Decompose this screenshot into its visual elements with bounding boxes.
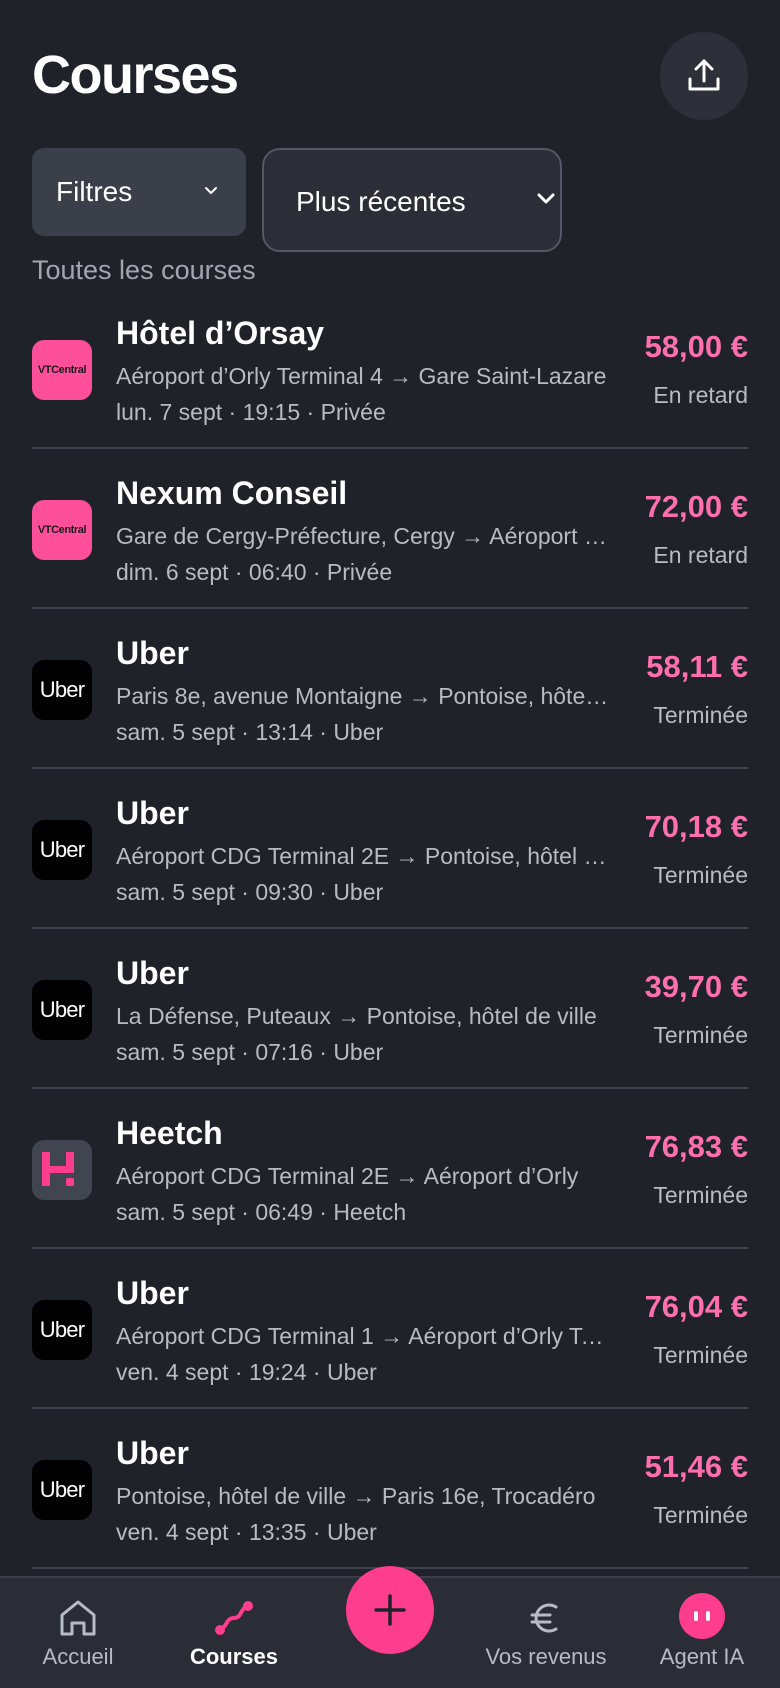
ride-status: Terminée [653, 862, 748, 888]
uber-logo: Uber [32, 660, 92, 720]
vtcentral-logo: VTCentral [32, 500, 92, 560]
plus-icon [374, 1594, 406, 1626]
chevron-down-icon [537, 193, 555, 204]
ride-meta: lun. 7 sept · 19:15 · Privée [116, 399, 386, 425]
vtcentral-logo-text: VTCentral [37, 524, 87, 536]
ride-client-name: Heetch [116, 1115, 223, 1151]
uber-logo-text: Uber [39, 1477, 85, 1502]
ride-route: Pontoise, hôtel de ville → Paris 16e, Tr… [116, 1483, 596, 1509]
ride-status: Terminée [653, 1502, 748, 1528]
export-button[interactable] [660, 32, 748, 120]
heetch-icon [42, 1152, 74, 1186]
vtcentral-logo-text: VTCentral [37, 364, 87, 376]
ride-route: Gare de Cergy-Préfecture, Cergy → Aéropo… [116, 523, 611, 549]
ride-client-name: Nexum Conseil [116, 475, 348, 511]
uber-logo: Uber [32, 1300, 92, 1360]
ride-status: Terminée [653, 1022, 748, 1048]
ride-price: 58,11 € [646, 649, 748, 684]
header: Courses [0, 0, 780, 140]
ride-status: En retard [653, 382, 748, 408]
ride-client-name: Hôtel d’Orsay [116, 315, 325, 351]
ride-client-name: Uber [116, 955, 189, 991]
nav-item-revenue[interactable]: Vos revenus [468, 1578, 624, 1688]
ride-route: La Défense, Puteaux → Pontoise, hôtel de… [116, 1003, 597, 1029]
ride-meta: sam. 5 sept · 09:30 · Uber [116, 879, 384, 905]
uber-logo-text: Uber [39, 837, 85, 862]
ride-meta: sam. 5 sept · 06:49 · Heetch [116, 1199, 407, 1225]
home-icon [60, 1600, 96, 1636]
uber-logo-text: Uber [39, 1317, 85, 1342]
share-icon [688, 59, 720, 91]
ride-meta: sam. 5 sept · 07:16 · Uber [116, 1039, 384, 1065]
ride-row[interactable]: VTCentral Nexum Conseil Gare de Cergy-Pr… [0, 449, 780, 609]
euro-icon [530, 1603, 558, 1633]
ride-price: 76,83 € [644, 1129, 748, 1164]
heetch-logo [32, 1140, 92, 1200]
agent-icon [679, 1593, 725, 1639]
filters-label: Filtres [56, 176, 133, 207]
ride-row[interactable]: Uber Uber Aéroport CDG Terminal 1 → Aéro… [0, 1249, 780, 1409]
sort-label: Plus récentes [296, 186, 466, 217]
nav-item-courses[interactable]: Courses [156, 1578, 312, 1688]
ride-row[interactable]: Uber Uber Aéroport CDG Terminal 2E → Pon… [0, 769, 780, 929]
ride-client-name: Uber [116, 1275, 189, 1311]
ride-client-name: Uber [116, 795, 189, 831]
filters-button[interactable]: Filtres [32, 148, 246, 236]
ride-price: 51,46 € [644, 1449, 748, 1484]
nav-label-courses: Courses [189, 1644, 279, 1669]
ride-client-name: Uber [116, 1435, 189, 1471]
nav-label-home: Accueil [42, 1644, 114, 1669]
nav-label-agent: Agent IA [659, 1644, 745, 1669]
ride-price: 58,00 € [644, 329, 748, 364]
ride-row[interactable]: Uber Uber Paris 8e, avenue Montaigne → P… [0, 609, 780, 769]
bottom-nav: Accueil Courses Vos revenus Agent IA [0, 1566, 780, 1688]
section-label: Toutes les courses [32, 255, 256, 285]
ride-status: Terminée [653, 1182, 748, 1208]
ride-status: Terminée [653, 1342, 748, 1368]
ride-row[interactable]: Heetch Aéroport CDG Terminal 2E → Aéropo… [0, 1089, 780, 1249]
uber-logo: Uber [32, 820, 92, 880]
nav-item-home[interactable]: Accueil [0, 1578, 156, 1688]
courses-screen: Courses Filtres Plus récentes Toutes les… [0, 0, 780, 1688]
ride-route: Aéroport CDG Terminal 2E → Aéroport d’Or… [116, 1163, 579, 1189]
ride-price: 39,70 € [644, 969, 748, 1004]
uber-logo-text: Uber [39, 997, 85, 1022]
page-title: Courses [32, 45, 239, 105]
ride-status: En retard [653, 542, 748, 568]
ride-meta: dim. 6 sept · 06:40 · Privée [116, 559, 393, 585]
ride-meta: ven. 4 sept · 19:24 · Uber [116, 1359, 377, 1385]
ride-row[interactable]: VTCentral Hôtel d’Orsay Aéroport d’Orly … [0, 289, 780, 449]
vtcentral-logo: VTCentral [32, 340, 92, 400]
chevron-down-icon [205, 187, 217, 194]
ride-client-name: Uber [116, 635, 189, 671]
ride-list: VTCentral Hôtel d’Orsay Aéroport d’Orly … [0, 289, 780, 1569]
nav-item-agent[interactable]: Agent IA [624, 1578, 780, 1688]
ride-route: Paris 8e, avenue Montaigne → Pontoise, h… [116, 683, 611, 709]
ride-status: Terminée [653, 702, 748, 728]
ride-price: 76,04 € [644, 1289, 748, 1324]
uber-logo: Uber [32, 1460, 92, 1520]
ride-row[interactable]: Uber Uber La Défense, Puteaux → Pontoise… [0, 929, 780, 1089]
add-ride-button[interactable] [346, 1566, 434, 1654]
ride-row[interactable]: Uber Uber Pontoise, hôtel de ville → Par… [0, 1409, 780, 1569]
uber-logo: Uber [32, 980, 92, 1040]
nav-label-revenue: Vos revenus [485, 1644, 607, 1669]
ride-route: Aéroport CDG Terminal 2E → Pontoise, hôt… [116, 843, 611, 869]
ride-price: 72,00 € [644, 489, 748, 524]
ride-route: Aéroport d’Orly Terminal 4 → Gare Saint-… [116, 363, 607, 389]
ride-meta: sam. 5 sept · 13:14 · Uber [116, 719, 384, 745]
ride-route: Aéroport CDG Terminal 1 → Aéroport d’Orl… [116, 1323, 611, 1349]
uber-logo-text: Uber [39, 677, 85, 702]
ride-price: 70,18 € [644, 809, 748, 844]
ride-meta: ven. 4 sept · 13:35 · Uber [116, 1519, 377, 1545]
route-icon [215, 1601, 253, 1635]
sort-select[interactable]: Plus récentes [262, 148, 562, 252]
